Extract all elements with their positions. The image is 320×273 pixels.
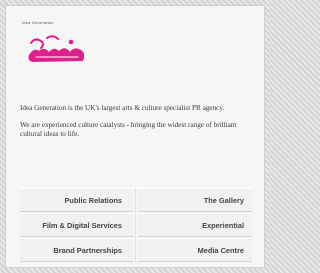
nav-media-centre[interactable]: Media Centre: [138, 238, 252, 262]
header-tagline: Idea Generation: [22, 20, 54, 25]
intro-text: Idea Generation is the UK's largest arts…: [20, 104, 250, 147]
nav-the-gallery[interactable]: The Gallery: [138, 188, 252, 212]
column-divider: [135, 188, 137, 262]
nav-experiential[interactable]: Experiential: [138, 213, 252, 237]
nav-brand-partnerships[interactable]: Brand Partnerships: [20, 238, 134, 262]
content-panel: Idea Generation Idea Generation is the U…: [5, 5, 265, 268]
services-nav: Public Relations The Gallery Film & Digi…: [20, 188, 252, 262]
intro-paragraph-1: Idea Generation is the UK's largest arts…: [20, 104, 225, 112]
intro-paragraph-2: We are experienced culture catalysts - b…: [20, 121, 237, 138]
nav-public-relations[interactable]: Public Relations: [20, 188, 134, 212]
idea-generation-logo[interactable]: [27, 31, 87, 67]
nav-film-digital-services[interactable]: Film & Digital Services: [20, 213, 134, 237]
